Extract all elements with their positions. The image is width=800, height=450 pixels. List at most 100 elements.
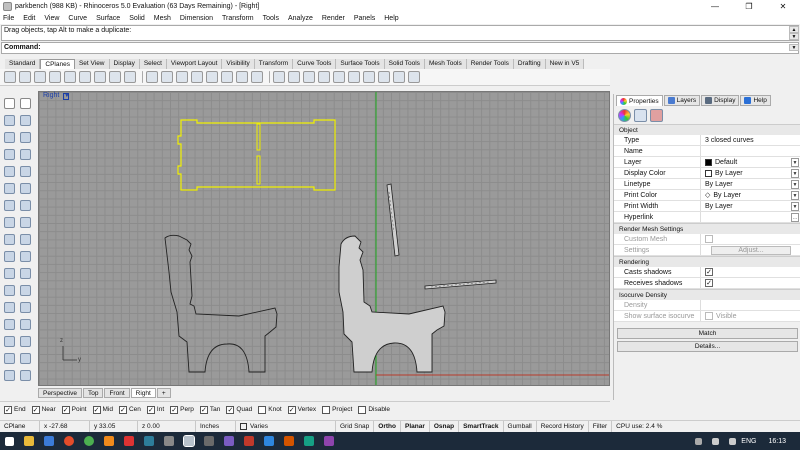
checkbox-icon[interactable]: ✓: [287, 405, 296, 414]
cplane-to-curve-icon[interactable]: [363, 71, 375, 83]
chevron-down-icon[interactable]: ▼: [791, 157, 799, 167]
tab-cplanes[interactable]: CPlanes: [40, 59, 75, 69]
language-indicator[interactable]: ENG: [741, 438, 756, 445]
menu-file[interactable]: File: [3, 15, 14, 22]
tab-properties[interactable]: Properties: [616, 95, 663, 106]
status-layer[interactable]: Varies: [236, 420, 336, 433]
curve-icon[interactable]: [20, 115, 31, 126]
minimize-button[interactable]: —: [698, 2, 732, 11]
details-button[interactable]: Details...: [617, 341, 798, 352]
move-icon[interactable]: [4, 268, 15, 279]
rhino-taskbar-icon[interactable]: [183, 435, 195, 447]
menu-panels[interactable]: Panels: [354, 15, 375, 22]
checkbox-icon[interactable]: ✓: [705, 279, 713, 287]
viewport-menu-icon[interactable]: ▼: [63, 93, 70, 100]
osnap-tan[interactable]: ✓ Tan: [199, 405, 220, 414]
hide-icon[interactable]: [4, 370, 15, 381]
cplane-next-icon[interactable]: [408, 71, 420, 83]
analyze-icon[interactable]: [20, 319, 31, 330]
split-icon[interactable]: [20, 234, 31, 245]
tab-display-panel[interactable]: Display: [701, 95, 740, 106]
osnap-quad[interactable]: ✓ Quad: [226, 405, 252, 414]
edge-icon[interactable]: [44, 436, 54, 446]
menu-view[interactable]: View: [44, 15, 59, 22]
checkbox-icon[interactable]: ✓: [31, 405, 40, 414]
osnap-knot[interactable]: Knot: [258, 405, 282, 414]
checkbox-icon[interactable]: ✓: [705, 268, 713, 276]
checkbox-icon[interactable]: ✓: [226, 405, 235, 414]
cplane-previous-icon[interactable]: [393, 71, 405, 83]
prop-row-name[interactable]: Name: [614, 146, 800, 157]
rotate-icon[interactable]: [20, 268, 31, 279]
prop-row-receives-shadows[interactable]: Receives shadows ✓: [614, 278, 800, 289]
dimension-icon[interactable]: [4, 302, 15, 313]
restore-cplane-icon[interactable]: [221, 71, 233, 83]
chevron-down-icon[interactable]: ▼: [791, 179, 799, 189]
menu-curve[interactable]: Curve: [68, 15, 87, 22]
render-icon[interactable]: [4, 336, 15, 347]
osnap-disable[interactable]: Disable: [358, 405, 390, 414]
cplane-elevation-icon[interactable]: [64, 71, 76, 83]
cplane-x-axis-icon[interactable]: [288, 71, 300, 83]
status-ortho[interactable]: Ortho: [374, 420, 401, 433]
menu-dimension[interactable]: Dimension: [180, 15, 213, 22]
status-osnap[interactable]: Osnap: [430, 420, 460, 433]
select-arrow-icon[interactable]: [4, 98, 15, 109]
tab-right[interactable]: Right: [130, 388, 156, 398]
menu-edit[interactable]: Edit: [23, 15, 35, 22]
cplane-world-top-icon[interactable]: [4, 71, 16, 83]
menu-help[interactable]: Help: [384, 15, 398, 22]
chevron-down-icon[interactable]: ▼: [791, 190, 799, 200]
osnap-near[interactable]: ✓ Near: [31, 405, 56, 414]
menu-surface[interactable]: Surface: [96, 15, 120, 22]
checkbox-icon[interactable]: [322, 405, 331, 414]
object-properties-icon[interactable]: [618, 108, 631, 122]
file-explorer-icon[interactable]: [24, 436, 34, 446]
surface-from-points-icon[interactable]: [4, 183, 15, 194]
tab-set-view[interactable]: Set View: [74, 59, 110, 69]
rectangle-icon[interactable]: [4, 149, 15, 160]
network-icon[interactable]: [712, 437, 720, 445]
cplane-rotate-z-icon[interactable]: [333, 71, 345, 83]
boolean-union-icon[interactable]: [4, 217, 15, 228]
open-folder-icon[interactable]: [236, 71, 248, 83]
tab-drafting[interactable]: Drafting: [513, 59, 546, 69]
circle-icon[interactable]: [4, 132, 15, 143]
osnap-int[interactable]: ✓ Int: [146, 405, 164, 414]
tab-display[interactable]: Display: [109, 59, 140, 69]
maximize-button[interactable]: ❐: [732, 2, 766, 11]
viewport-title-label[interactable]: Right: [43, 92, 59, 99]
osnap-end[interactable]: ✓ End: [4, 405, 26, 414]
save-cplane-icon[interactable]: [206, 71, 218, 83]
command-dropdown-icon[interactable]: ▼: [789, 44, 799, 51]
tab-viewport-layout[interactable]: Viewport Layout: [166, 59, 223, 69]
osnap-cen[interactable]: ✓ Cen: [118, 405, 141, 414]
settings-icon[interactable]: [164, 436, 174, 446]
tab-layers[interactable]: Layers: [663, 95, 701, 106]
menu-analyze[interactable]: Analyze: [288, 15, 313, 22]
cplane-perpendicular-icon[interactable]: [124, 71, 136, 83]
menu-transform[interactable]: Transform: [222, 15, 254, 22]
app-icon[interactable]: [244, 436, 254, 446]
cplane-origin-icon[interactable]: [49, 71, 61, 83]
app-icon[interactable]: [224, 436, 234, 446]
prop-row-casts-shadows[interactable]: Casts shadows ✓: [614, 267, 800, 278]
chrome-icon[interactable]: [84, 436, 94, 446]
lock-icon[interactable]: [20, 370, 31, 381]
status-planar[interactable]: Planar: [401, 420, 430, 433]
cplane-redo-icon[interactable]: [176, 71, 188, 83]
app-icon[interactable]: [264, 436, 274, 446]
menu-solid[interactable]: Solid: [129, 15, 145, 22]
menu-tools[interactable]: Tools: [263, 15, 279, 22]
firefox-icon[interactable]: [64, 436, 74, 446]
scroll-down-icon[interactable]: ▼: [789, 33, 799, 40]
cplane-to-view-icon[interactable]: [146, 71, 158, 83]
cplane-to-object-icon[interactable]: [109, 71, 121, 83]
properties-icon[interactable]: [4, 353, 15, 364]
prop-row-hyperlink[interactable]: Hyperlink…: [614, 212, 800, 223]
taskbar-clock[interactable]: 16:13: [768, 438, 786, 445]
scale-icon[interactable]: [4, 285, 15, 296]
app-icon[interactable]: [204, 436, 214, 446]
prop-row-layer[interactable]: Layer Default ▼: [614, 157, 800, 168]
prop-row-print-color[interactable]: Print Color ◇ By Layer ▼: [614, 190, 800, 201]
